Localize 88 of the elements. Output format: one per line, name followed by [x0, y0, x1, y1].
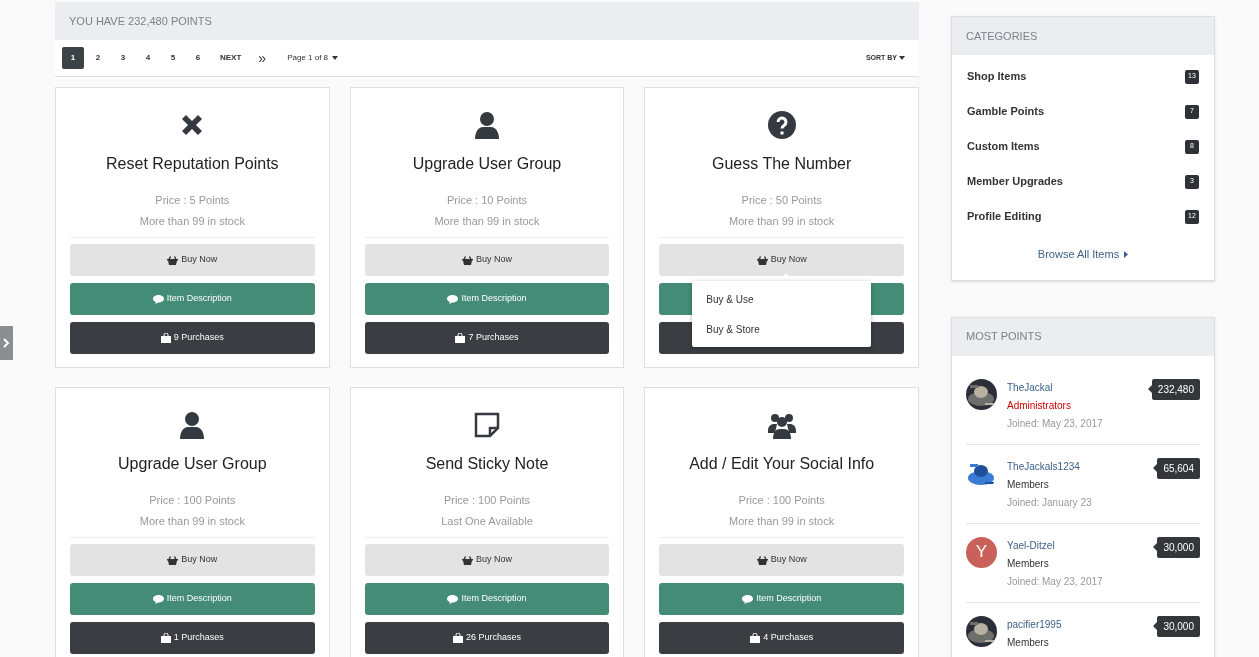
user-icon [178, 411, 207, 439]
panel-title: MOST POINTS [966, 329, 1042, 345]
item-description-button[interactable]: Item Description [364, 283, 610, 315]
note-icon [473, 411, 501, 439]
buy-now-button[interactable]: Buy Now [364, 544, 610, 576]
next-link[interactable]: NEXT [212, 52, 250, 64]
avatar: Y [966, 536, 997, 568]
speech-bubble-icon [152, 294, 164, 304]
speech-bubble-icon [447, 594, 459, 604]
buy-now-button[interactable]: Buy Now [659, 244, 904, 276]
page-link[interactable]: 6 [187, 47, 209, 69]
basket-icon [756, 255, 768, 265]
item-title: Add / Edit Your Social Info [689, 454, 875, 474]
users-icon [767, 411, 796, 439]
item-stock: More than 99 in stock [139, 513, 245, 529]
page-link[interactable]: 3 [112, 47, 134, 69]
item-description-button[interactable]: Item Description [70, 283, 315, 315]
basket-icon [167, 255, 179, 265]
basket-icon [462, 555, 473, 565]
buy-now-button[interactable]: Buy Now [70, 244, 315, 276]
item-price: Price : 100 Points [738, 493, 825, 508]
item-price: Price : 100 Points [443, 493, 531, 508]
item-stock: Last One Available [441, 513, 533, 529]
speech-bubble-icon [742, 594, 754, 604]
user-icon [473, 111, 501, 139]
item-description-button[interactable]: Item Description [659, 583, 904, 615]
member-group: Administrators [1007, 397, 1142, 413]
last-page-link[interactable]: » [252, 47, 273, 69]
member-name[interactable]: pacifier1995 [1007, 616, 1148, 632]
page-link[interactable]: 1 [62, 47, 84, 69]
purchases-button[interactable]: 1 Purchases [70, 622, 315, 654]
member-name[interactable]: TheJackals1234 [1007, 458, 1148, 474]
page-link[interactable]: 2 [87, 47, 109, 69]
menu-item[interactable]: Buy & Store [692, 314, 872, 344]
purchases-button[interactable]: 4 Purchases [659, 622, 904, 654]
item-stock: More than 99 in stock [729, 513, 835, 529]
purchases-button[interactable]: 26 Purchases [364, 622, 610, 654]
basket-icon [756, 555, 768, 565]
member-name[interactable]: TheJackal [1007, 379, 1142, 395]
points-badge: 232,480 [1151, 378, 1200, 400]
joined-date: Joined: May 23, 2017 [1007, 416, 1104, 431]
caret-right-icon [1124, 250, 1129, 258]
page-menu[interactable]: Page 1 of 8 [287, 52, 339, 64]
item-description-button[interactable]: Item Description [364, 583, 610, 615]
question-icon [767, 111, 796, 139]
menu-item[interactable]: Buy & Use [692, 284, 872, 314]
item-price: Price : 5 Points [155, 193, 230, 208]
member-group: Members [1007, 476, 1148, 492]
browse-link[interactable]: Browse All Items [1037, 246, 1129, 263]
chevron-right-icon [3, 338, 10, 348]
item-price: Price : 10 Points [446, 193, 528, 208]
buy-now-button[interactable]: Buy Now [364, 244, 610, 276]
item-title: Upgrade User Group [118, 454, 267, 474]
buy-now-button[interactable]: Buy Now [659, 544, 904, 576]
shopping-bag-icon [452, 633, 463, 643]
purchases-button[interactable]: 7 Purchases [364, 322, 610, 354]
shopping-bag-icon [455, 333, 466, 343]
member-group: Members [1007, 634, 1148, 650]
item-stock: More than 99 in stock [434, 213, 540, 229]
speech-bubble-icon [447, 294, 459, 304]
item-title: Guess The Number [712, 154, 852, 174]
buy-now-button[interactable]: Buy Now [70, 544, 315, 576]
panel-title: CATEGORIES [966, 28, 1038, 44]
caret-down-icon [332, 56, 339, 60]
basket-icon [167, 555, 179, 565]
item-stock: More than 99 in stock [139, 213, 245, 229]
purchases-button[interactable]: 9 Purchases [70, 322, 315, 354]
member-group: Members [1007, 555, 1148, 571]
item-stock: More than 99 in stock [729, 213, 835, 229]
shopping-bag-icon [750, 633, 761, 643]
item-title: Reset Reputation Points [106, 154, 279, 174]
item-price: Price : 100 Points [149, 493, 236, 508]
side-tab[interactable] [0, 326, 13, 360]
joined-date: Joined: January 23 [1007, 495, 1093, 510]
caret-down-icon [899, 56, 905, 60]
shopping-bag-icon [160, 633, 171, 643]
item-title: Send Sticky Note [425, 454, 549, 474]
item-price: Price : 50 Points [741, 193, 822, 208]
basket-icon [462, 255, 473, 265]
speech-bubble-icon [152, 594, 164, 604]
points-total: YOU HAVE 232,480 POINTS [69, 13, 212, 29]
member-name[interactable]: Yael-Ditzel [1007, 537, 1148, 553]
shopping-bag-icon [160, 333, 171, 343]
item-title: Upgrade User Group [412, 154, 562, 174]
item-description-button[interactable]: Item Description [70, 583, 315, 615]
joined-date: Joined: May 23, 2017 [1007, 574, 1104, 589]
page-link[interactable]: 5 [162, 47, 184, 69]
page-link[interactable]: 4 [137, 47, 159, 69]
